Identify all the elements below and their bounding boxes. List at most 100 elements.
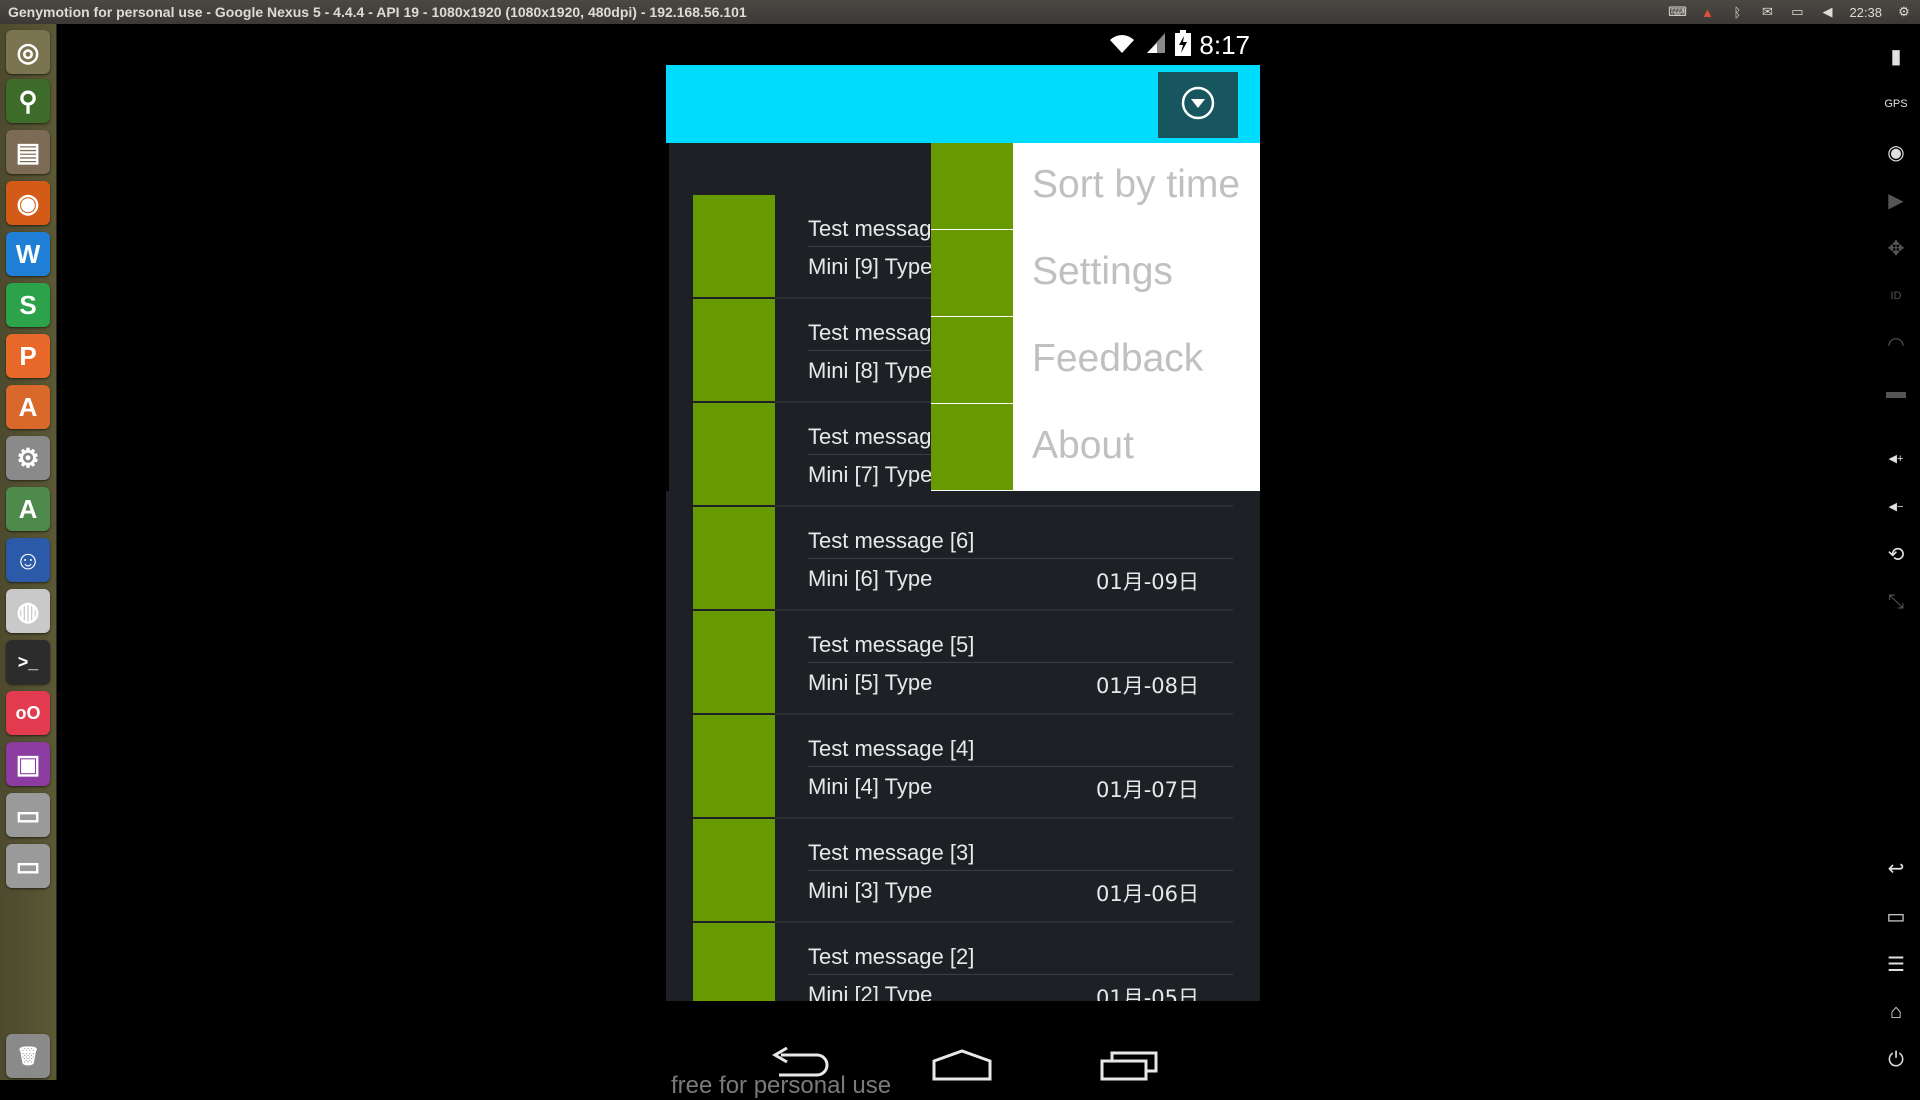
message-title: Test message [5] (808, 632, 975, 657)
gear-icon[interactable]: ⚙ (1896, 4, 1912, 19)
trash-icon[interactable]: 🗑 (6, 1034, 50, 1078)
volume-up-icon[interactable]: ◀+ (1882, 444, 1910, 472)
terminal-icon[interactable]: >_ (6, 640, 50, 684)
menu-item-thumb (931, 143, 1013, 229)
wps-writer-icon[interactable]: W (6, 232, 50, 276)
mail-icon[interactable]: ✉ (1759, 4, 1775, 19)
message-thumbnail (693, 611, 775, 713)
workspace-switcher-icon[interactable]: ▣ (6, 742, 50, 786)
menu-item-feedback[interactable]: Feedback (931, 317, 1260, 404)
antenna-app-icon[interactable]: ⚲ (6, 79, 50, 123)
drive-icon[interactable]: ▭ (6, 793, 50, 837)
launcher-glyph: A (18, 493, 38, 524)
top-panel: Genymotion for personal use - Google Nex… (0, 0, 1920, 24)
volume-icon[interactable]: ◀ (1819, 4, 1835, 19)
menu-tool-icon[interactable]: ☰ (1882, 950, 1910, 978)
message-thumbnail (693, 403, 775, 505)
drive-2-icon[interactable]: ▭ (6, 844, 50, 888)
launcher-glyph: ◎ (16, 36, 40, 67)
message-date: 01月-09日 (1095, 570, 1199, 594)
rss-tool-icon[interactable]: ◠ (1882, 330, 1910, 358)
message-subtitle: Mini [2] Type (808, 982, 933, 1001)
battery-icon[interactable]: ▭ (1789, 4, 1805, 19)
menu-item-label: Settings (1032, 250, 1173, 293)
list-item[interactable]: Test message [3] Mini [3] Type 01月-06日 (693, 819, 1233, 923)
sms-tool-icon[interactable]: ▬ (1882, 378, 1910, 406)
divider (808, 870, 1233, 871)
keyboard-icon[interactable]: ⌨ (1668, 4, 1687, 19)
menu-item-about[interactable]: About (931, 404, 1260, 491)
launcher-glyph: ◉ (16, 187, 40, 218)
divider (808, 558, 1233, 559)
menu-item-label: About (1032, 424, 1134, 467)
menu-item-thumb (931, 317, 1013, 403)
volume-down-icon[interactable]: ◀− (1882, 492, 1910, 520)
clock[interactable]: 22:38 (1849, 5, 1882, 20)
message-date: 01月-06日 (1095, 882, 1199, 906)
divider (808, 974, 1233, 975)
message-subtitle: Mini [3] Type (808, 878, 933, 903)
watermark: free for personal use (671, 1072, 892, 1099)
launcher-glyph: ▤ (15, 136, 41, 167)
software-center-icon[interactable]: A (6, 385, 50, 429)
genymotion-toolbar: ▮ GPS ◉ ▶ ✥ ID ◠ ▬ ◀+ ◀− ⟲ ⤡ ↩ ▭ ☰ ⌂ ⏻ (1872, 24, 1920, 1080)
move-tool-icon[interactable]: ✥ (1882, 234, 1910, 262)
scale-icon[interactable]: ⤡ (1882, 588, 1910, 616)
list-item[interactable]: Test message [6] Mini [6] Type 01月-09日 (693, 507, 1233, 611)
launcher-glyph: oO (15, 702, 41, 723)
system-settings-icon[interactable]: ⚙ (6, 436, 50, 480)
launcher-glyph: >_ (17, 651, 39, 672)
message-title: Test messag (808, 424, 932, 449)
qq-icon[interactable]: ☺ (6, 538, 50, 582)
divider (808, 662, 1233, 663)
launcher-glyph: S (19, 289, 37, 320)
power-tool-icon[interactable]: ⏻ (1882, 1046, 1910, 1074)
id-tool-icon[interactable]: ID (1882, 282, 1910, 310)
message-thumbnail (693, 923, 775, 1001)
rotate-icon[interactable]: ⟲ (1882, 540, 1910, 568)
list-item[interactable]: Test message [4] Mini [4] Type 01月-07日 (693, 715, 1233, 819)
menu-item-thumb (931, 404, 1013, 490)
signal-icon (1145, 31, 1167, 59)
launcher-glyph: ◍ (16, 595, 40, 626)
list-item[interactable]: Test message [2] Mini [2] Type 01月-05日 (693, 923, 1233, 1001)
capture-tool-icon[interactable]: ▶ (1882, 186, 1910, 214)
menu-item-sort-by-time[interactable]: Sort by time (931, 143, 1260, 230)
menu-item-settings[interactable]: Settings (931, 230, 1260, 317)
message-thumbnail (693, 507, 775, 609)
alert-icon[interactable]: ▲ (1699, 5, 1715, 20)
menu-item-label: Sort by time (1032, 163, 1241, 206)
overflow-menu-button[interactable] (1158, 72, 1238, 138)
menu-item-thumb (931, 230, 1013, 316)
camera-tool-icon[interactable]: ◉ (1882, 138, 1910, 166)
launcher-glyph: ☺ (14, 544, 42, 575)
genymotion-icon[interactable]: oO (6, 691, 50, 735)
files-icon[interactable]: ▤ (6, 130, 50, 174)
message-date: 01月-08日 (1095, 674, 1199, 698)
ubuntu-dash-icon[interactable]: ◎ (6, 30, 50, 74)
launcher-glyph: ▣ (15, 748, 41, 779)
firefox-icon[interactable]: ◉ (6, 181, 50, 225)
list-item[interactable]: Test message [5] Mini [5] Type 01月-08日 (693, 611, 1233, 715)
battery-charging-icon (1175, 30, 1192, 60)
back-tool-icon[interactable]: ↩ (1882, 854, 1910, 882)
android-status-bar: 8:17 (666, 24, 1260, 65)
wps-presentation-icon[interactable]: P (6, 334, 50, 378)
bluetooth-icon[interactable]: ᛒ (1729, 5, 1745, 20)
overflow-dropdown-menu: Sort by time Settings Feedback About (931, 143, 1260, 491)
message-subtitle: Mini [8] Type (808, 358, 933, 383)
message-thumbnail (693, 819, 775, 921)
chrome-icon[interactable]: ◍ (6, 589, 50, 633)
launcher-glyph: 🗑 (16, 1045, 40, 1066)
menu-item-label: Feedback (1032, 337, 1204, 380)
wps-spreadsheet-icon[interactable]: S (6, 283, 50, 327)
message-subtitle: Mini [7] Type (808, 462, 933, 487)
home-tool-icon[interactable]: ⌂ (1882, 998, 1910, 1026)
gps-tool-icon[interactable]: GPS (1882, 90, 1910, 118)
list-edge (666, 143, 669, 491)
android-studio-icon[interactable]: A (6, 487, 50, 531)
recent-apps-tool-icon[interactable]: ▭ (1882, 902, 1910, 930)
launcher: ◎ ⚲ ▤ ◉ W S P A ⚙ A ☺ ◍ >_ oO ▣ ▭ ▭ 🗑 (0, 24, 57, 1080)
launcher-glyph: A (18, 391, 38, 422)
battery-tool-icon[interactable]: ▮ (1882, 42, 1910, 70)
